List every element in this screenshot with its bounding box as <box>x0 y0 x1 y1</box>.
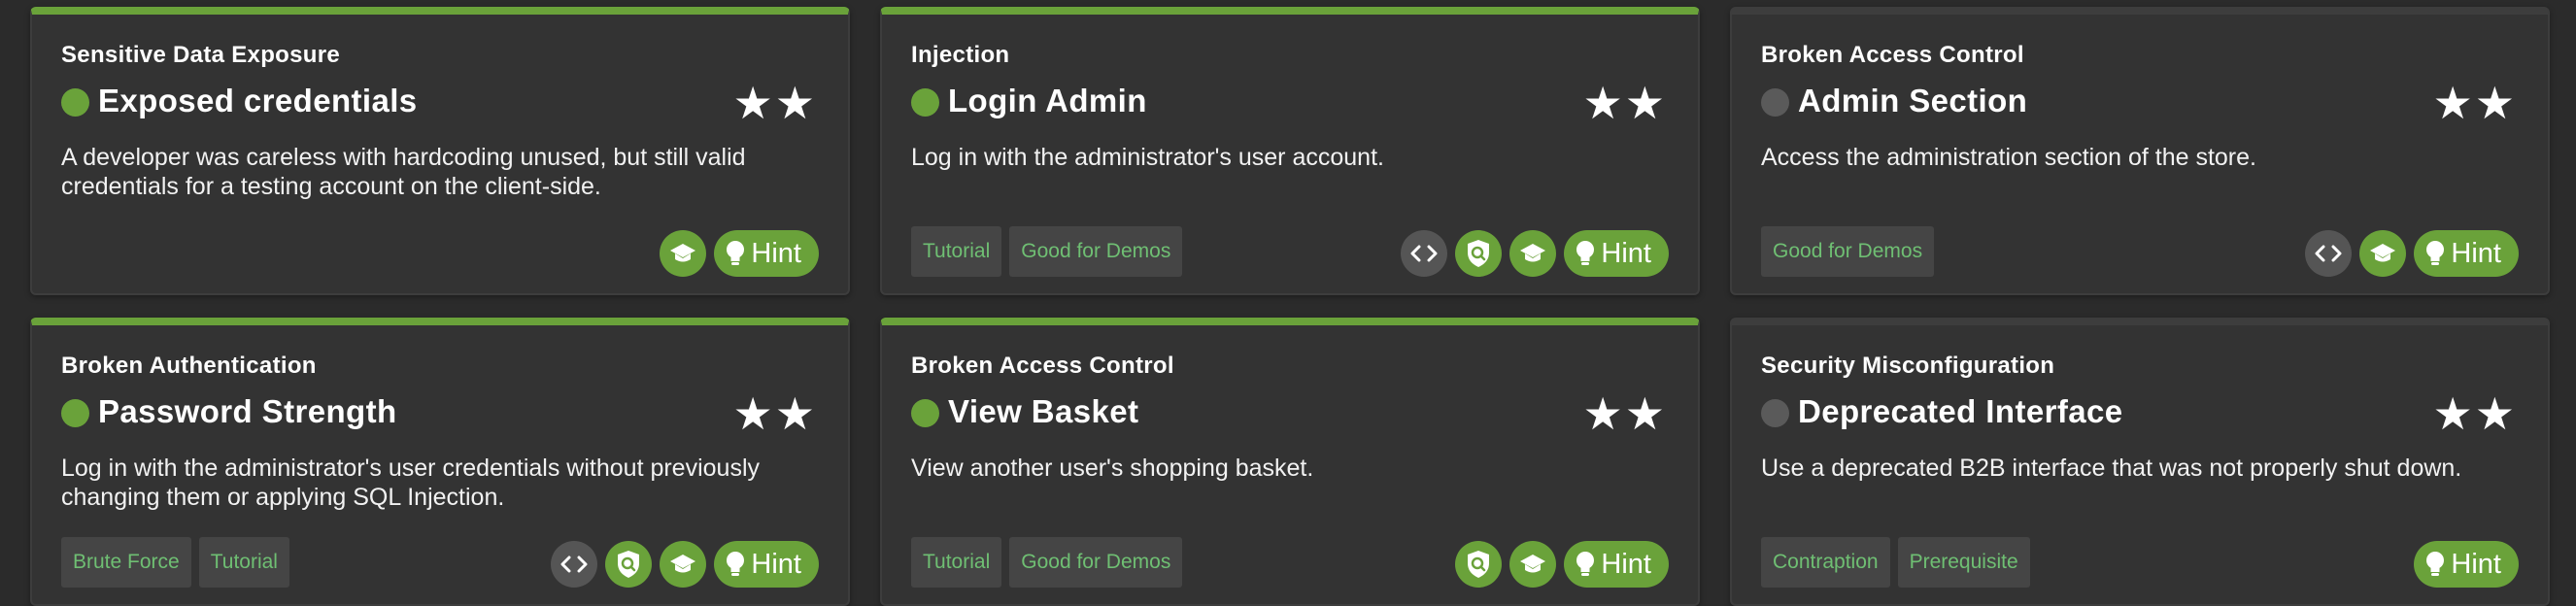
difficulty-stars: ★★ <box>2432 77 2517 129</box>
challenge-title: View Basket <box>948 393 1139 429</box>
difficulty-stars: ★★ <box>2432 387 2517 440</box>
tag-list: Contraption Prerequisite <box>1761 537 2030 588</box>
tag-chip: Good for Demos <box>1009 537 1183 588</box>
lightbulb-icon <box>726 551 745 578</box>
tag-chip: Prerequisite <box>1897 537 2030 588</box>
tag-list: Tutorial Good for Demos <box>911 226 1183 277</box>
card-actions: Hint <box>660 230 819 277</box>
solved-status-icon <box>61 88 89 117</box>
challenge-card: Sensitive Data Exposure Exposed credenti… <box>30 7 850 295</box>
challenge-title: Deprecated Interface <box>1798 393 2123 429</box>
challenge-category: Broken Access Control <box>911 353 1174 379</box>
challenge-grid: Sensitive Data Exposure Exposed credenti… <box>0 0 2576 606</box>
code-icon[interactable] <box>2305 230 2353 277</box>
shield-search-icon[interactable] <box>1455 230 1503 277</box>
tag-list: Good for Demos <box>1761 226 1935 277</box>
unsolved-status-icon <box>1761 88 1789 117</box>
hint-button[interactable]: Hint <box>2414 541 2519 588</box>
challenge-description: A developer was careless with hardcoding… <box>61 144 746 200</box>
solved-status-icon <box>911 399 939 427</box>
tag-list: Tutorial Good for Demos <box>911 537 1183 588</box>
lightbulb-icon <box>2425 240 2445 267</box>
graduation-cap-icon[interactable] <box>660 541 707 588</box>
challenge-card: Injection Login Admin ★★ Log in with the… <box>880 7 1700 295</box>
lightbulb-icon <box>2425 551 2445 578</box>
tag-chip: Contraption <box>1761 537 1890 588</box>
card-actions: Hint <box>551 541 819 588</box>
challenge-card: Security Misconfiguration Deprecated Int… <box>1730 318 2550 606</box>
graduation-cap-icon[interactable] <box>660 230 707 277</box>
shield-search-icon[interactable] <box>1455 541 1503 588</box>
code-icon[interactable] <box>551 541 598 588</box>
lightbulb-icon <box>1576 240 1595 267</box>
card-actions: Hint <box>2414 541 2519 588</box>
difficulty-stars: ★★ <box>732 387 817 440</box>
challenge-description: Access the administration section of the… <box>1761 144 2256 171</box>
challenge-category: Injection <box>911 42 1010 68</box>
hint-label: Hint <box>2451 237 2501 269</box>
challenge-description: Log in with the administrator's user cre… <box>61 454 761 511</box>
hint-label: Hint <box>1601 237 1651 269</box>
hint-label: Hint <box>751 548 801 580</box>
challenge-card: Broken Access Control View Basket ★★ Vie… <box>880 318 1700 606</box>
graduation-cap-icon[interactable] <box>1509 230 1557 277</box>
challenge-category: Broken Authentication <box>61 353 317 379</box>
lightbulb-icon <box>1576 551 1595 578</box>
challenge-title: Password Strength <box>98 393 397 429</box>
hint-button[interactable]: Hint <box>1564 541 1669 588</box>
challenge-description: Use a deprecated B2B interface that was … <box>1761 454 2462 482</box>
code-icon[interactable] <box>1401 230 1448 277</box>
challenge-card: Broken Authentication Password Strength … <box>30 318 850 606</box>
tag-chip: Brute Force <box>61 537 191 588</box>
solved-status-icon <box>911 88 939 117</box>
challenge-card: Broken Access Control Admin Section ★★ A… <box>1730 7 2550 295</box>
hint-label: Hint <box>751 237 801 269</box>
tag-list: Brute Force Tutorial <box>61 537 289 588</box>
tag-chip: Good for Demos <box>1009 226 1183 277</box>
shield-search-icon[interactable] <box>605 541 653 588</box>
challenge-title: Admin Section <box>1798 83 2028 118</box>
tag-chip: Tutorial <box>911 226 1002 277</box>
solved-status-icon <box>61 399 89 427</box>
card-actions: Hint <box>1401 230 1669 277</box>
tag-chip: Tutorial <box>911 537 1002 588</box>
tag-chip: Tutorial <box>198 537 289 588</box>
challenge-description: Log in with the administrator's user acc… <box>911 144 1384 171</box>
hint-button[interactable]: Hint <box>1564 230 1669 277</box>
card-actions: Hint <box>1455 541 1669 588</box>
hint-button[interactable]: Hint <box>2414 230 2519 277</box>
unsolved-status-icon <box>1761 399 1789 427</box>
hint-button[interactable]: Hint <box>714 541 819 588</box>
difficulty-stars: ★★ <box>732 77 817 129</box>
lightbulb-icon <box>726 240 745 267</box>
difficulty-stars: ★★ <box>1582 387 1667 440</box>
hint-label: Hint <box>2451 548 2501 580</box>
difficulty-stars: ★★ <box>1582 77 1667 129</box>
challenge-description: View another user's shopping basket. <box>911 454 1314 482</box>
challenge-title: Exposed credentials <box>98 83 418 118</box>
challenge-category: Sensitive Data Exposure <box>61 42 341 68</box>
challenge-category: Security Misconfiguration <box>1761 353 2055 379</box>
graduation-cap-icon[interactable] <box>2359 230 2407 277</box>
hint-button[interactable]: Hint <box>714 230 819 277</box>
tag-chip: Good for Demos <box>1761 226 1935 277</box>
challenge-category: Broken Access Control <box>1761 42 2024 68</box>
graduation-cap-icon[interactable] <box>1509 541 1557 588</box>
challenge-title: Login Admin <box>948 83 1147 118</box>
card-actions: Hint <box>2305 230 2519 277</box>
hint-label: Hint <box>1601 548 1651 580</box>
